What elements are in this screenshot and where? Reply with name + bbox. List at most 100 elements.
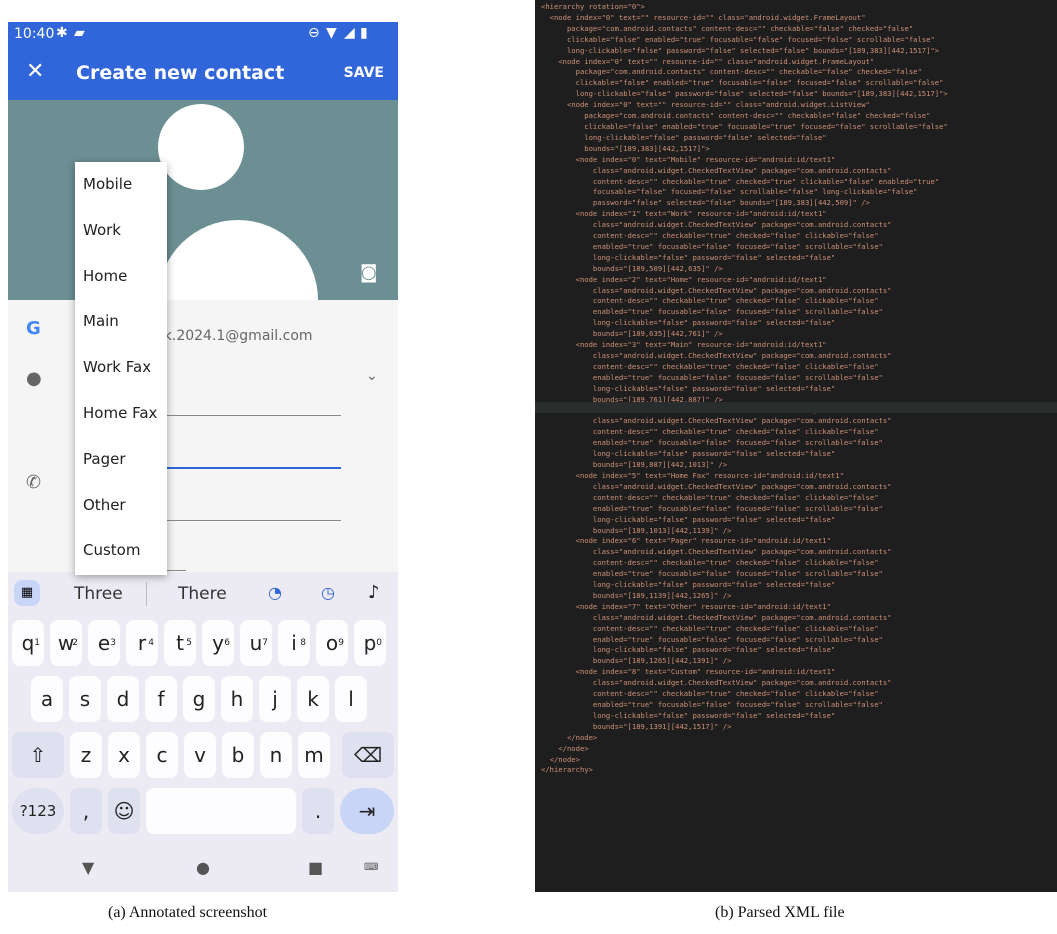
key-v[interactable]: v	[184, 732, 216, 778]
xml-line: <node index="3" text="Main" resource-id=…	[541, 340, 827, 350]
key-q[interactable]: q1	[12, 620, 44, 666]
key-e[interactable]: e3	[88, 620, 120, 666]
menu-item-work[interactable]: Work	[75, 208, 167, 254]
xml-line: content-desc="" checkable="true" checked…	[541, 689, 879, 699]
menu-item-home-fax[interactable]: Home Fax	[75, 391, 167, 437]
menu-item-mobile[interactable]: Mobile	[75, 162, 167, 208]
key-x[interactable]: x	[108, 732, 140, 778]
key-hint: 0	[376, 638, 382, 648]
clock-icon[interactable]: ◷	[321, 583, 335, 602]
back-icon[interactable]: ▼	[82, 858, 94, 877]
backspace-icon: ⌫	[353, 743, 383, 767]
xml-line: class="android.widget.CheckedTextView" p…	[541, 351, 892, 360]
account-email: rk.2024.1@gmail.com	[158, 328, 313, 344]
xml-line: bounds="[189,635][442,761]" />	[541, 329, 723, 339]
key-r[interactable]: r4	[126, 620, 158, 666]
xml-line: class="android.widget.CheckedTextView" p…	[541, 547, 892, 557]
xml-line: bounds="[189,1013][442,1139]" />	[541, 525, 732, 535]
battery-icon: ▮	[360, 25, 368, 41]
suggestion-strip: ▦ Three There ◔ ◷ ♪	[8, 572, 398, 616]
last-name-field[interactable]	[158, 467, 341, 469]
xml-line: enabled="true" focusable="false" focused…	[541, 372, 883, 382]
microphone-icon[interactable]: ♪	[368, 582, 380, 603]
key-d[interactable]: d	[107, 676, 139, 722]
avatar-body	[158, 220, 318, 300]
suggestion-2[interactable]: There	[178, 584, 227, 604]
shift-key[interactable]: ⇧	[12, 732, 64, 778]
close-icon[interactable]: ✕	[26, 60, 44, 84]
menu-item-work-fax[interactable]: Work Fax	[75, 345, 167, 391]
apps-grid-icon[interactable]: ▦	[14, 580, 40, 606]
xml-line: long-clickable="false" password="false" …	[541, 710, 836, 720]
period-key[interactable]: .	[302, 788, 334, 834]
key-label: y	[212, 631, 224, 655]
xml-line: long-clickable="false" password="false" …	[541, 645, 836, 655]
key-g[interactable]: g	[183, 676, 215, 722]
key-i[interactable]: i8	[278, 620, 310, 666]
contact-photo-area[interactable]: ◙	[8, 100, 398, 300]
clipboard-clock-icon[interactable]: ◔	[268, 583, 282, 602]
keyboard-hide-icon[interactable]: ⌨	[364, 862, 378, 873]
key-k[interactable]: k	[297, 676, 329, 722]
home-icon[interactable]: ●	[196, 858, 210, 877]
xml-line: <node index="0" text="" resource-id="" c…	[541, 100, 870, 110]
key-w[interactable]: w2	[50, 620, 82, 666]
key-s[interactable]: s	[69, 676, 101, 722]
key-z[interactable]: z	[70, 732, 102, 778]
key-hint: 4	[148, 638, 154, 648]
key-t[interactable]: t5	[164, 620, 196, 666]
key-j[interactable]: j	[259, 676, 291, 722]
xml-panel: <hierarchy rotation="0"> <node index="0"…	[535, 0, 1057, 892]
key-m[interactable]: m	[298, 732, 330, 778]
key-u[interactable]: u7	[240, 620, 272, 666]
suggestion-1[interactable]: Three	[74, 584, 123, 604]
key-a[interactable]: a	[31, 676, 63, 722]
emoji-icon: ☺	[113, 799, 135, 823]
key-p[interactable]: p0	[354, 620, 386, 666]
xml-line: long-clickable="false" password="false" …	[541, 514, 836, 524]
xml-line: content-desc="" checkable="true" checked…	[541, 623, 879, 633]
xml-line: long-clickable="false" password="false" …	[541, 580, 836, 590]
xml-line: long-clickable="false" password="false" …	[541, 383, 836, 393]
xml-line: class="android.widget.CheckedTextView" p…	[541, 678, 892, 688]
menu-item-other[interactable]: Other	[75, 483, 167, 529]
key-h[interactable]: h	[221, 676, 253, 722]
tab-next-key[interactable]: ⇥	[340, 788, 394, 834]
symbols-key[interactable]: ?123	[12, 788, 64, 834]
menu-item-pager[interactable]: Pager	[75, 437, 167, 483]
menu-item-home[interactable]: Home	[75, 254, 167, 300]
phone-field[interactable]	[158, 520, 341, 521]
camera-icon[interactable]: ◙	[360, 262, 382, 284]
key-c[interactable]: c	[146, 732, 178, 778]
xml-line: long-clickable="false" password="false" …	[541, 252, 836, 262]
xml-line: class="android.widget.CheckedTextView" p…	[541, 285, 892, 295]
person-icon: ●	[26, 368, 42, 389]
save-button[interactable]: SAVE	[344, 65, 384, 81]
emoji-key[interactable]: ☺	[108, 788, 140, 834]
key-y[interactable]: y6	[202, 620, 234, 666]
chevron-down-icon[interactable]: ⌄	[366, 368, 378, 384]
key-hint: 2	[72, 638, 78, 648]
xml-line: content-desc="" checkable="true" checked…	[541, 176, 940, 186]
xml-line: long-clickable="false" password="false" …	[541, 132, 827, 142]
xml-line: clickable="false" enabled="true" focusab…	[541, 34, 935, 44]
xml-line: <node index="0" text="" resource-id="" c…	[541, 56, 875, 66]
xml-line: enabled="true" focusable="false" focused…	[541, 700, 883, 709]
menu-item-custom[interactable]: Custom	[75, 528, 167, 574]
contact-form: G rk.2024.1@gmail.com ● ⌄ ✆	[8, 300, 398, 572]
key-b[interactable]: b	[222, 732, 254, 778]
key-f[interactable]: f	[145, 676, 177, 722]
xml-line: password="false" selected="false" bounds…	[541, 198, 870, 208]
comma-key[interactable]: ,	[70, 788, 102, 834]
menu-item-main[interactable]: Main	[75, 299, 167, 345]
key-o[interactable]: o9	[316, 620, 348, 666]
backspace-key[interactable]: ⌫	[342, 732, 394, 778]
xml-line: long-clickable="false" password="false" …	[541, 449, 836, 459]
space-key[interactable]	[146, 788, 296, 834]
recents-icon[interactable]: ■	[308, 858, 323, 877]
key-l[interactable]: l	[335, 676, 367, 722]
name-field[interactable]	[158, 415, 341, 416]
xml-line: enabled="true" focusable="false" focused…	[541, 241, 883, 251]
key-n[interactable]: n	[260, 732, 292, 778]
xml-line: <node index="8" text="Custom" resource-i…	[541, 667, 836, 677]
